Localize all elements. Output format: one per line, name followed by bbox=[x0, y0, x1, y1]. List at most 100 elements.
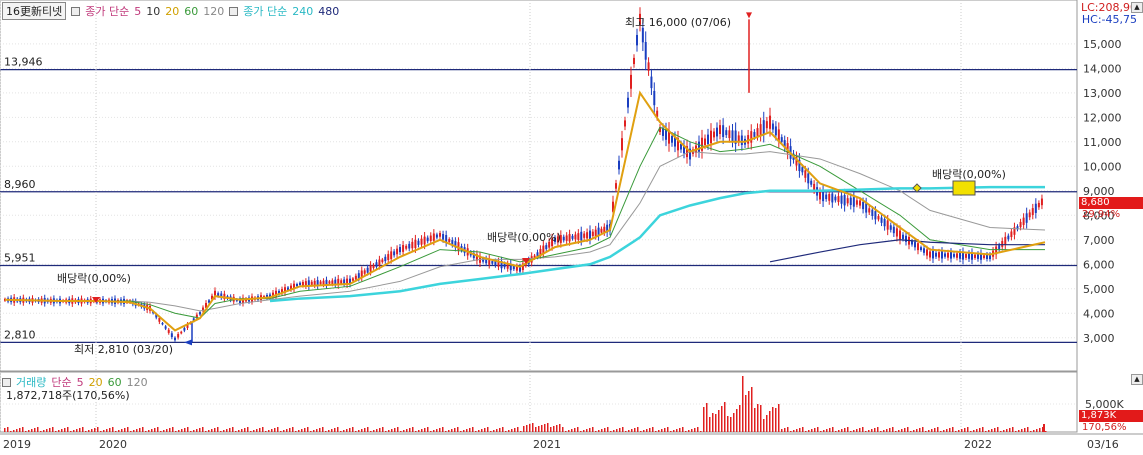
volume-square-icon[interactable] bbox=[2, 377, 11, 387]
volume-bar bbox=[235, 431, 237, 432]
price-legend: 16更新티넷 종가 단순 5 10 20 60 120 종가 단순 240 48… bbox=[2, 2, 339, 20]
candle-body bbox=[883, 219, 886, 227]
hc-readout: HC:-45,75 bbox=[1081, 13, 1137, 26]
volume-bar bbox=[55, 431, 57, 432]
volume-bar-latest bbox=[1043, 424, 1045, 432]
candle-body bbox=[740, 135, 743, 146]
volume-bar bbox=[613, 430, 615, 432]
candle-body bbox=[725, 130, 728, 136]
volume-bar bbox=[247, 427, 249, 432]
scroll-up-button[interactable]: ▲ bbox=[1131, 2, 1143, 13]
volume-bar bbox=[952, 427, 954, 432]
volume-bar bbox=[886, 429, 888, 432]
volume-bar bbox=[448, 430, 450, 432]
volume-bar bbox=[487, 427, 489, 432]
candle-body bbox=[574, 234, 577, 240]
volume-bar bbox=[790, 431, 792, 432]
volume-bar bbox=[310, 431, 312, 432]
volume-bar bbox=[583, 430, 585, 432]
volume-bar bbox=[664, 428, 666, 432]
current-price-marker: 8,680 bbox=[1079, 197, 1143, 209]
volume-bar bbox=[745, 395, 747, 432]
candle-body bbox=[846, 198, 849, 204]
volume-bar bbox=[895, 431, 897, 432]
y-tick-label: 12,000 bbox=[1083, 111, 1122, 124]
volume-bar bbox=[754, 408, 756, 432]
dividend-highlight-box bbox=[952, 180, 976, 196]
candle-body bbox=[868, 208, 871, 213]
chart-canvas[interactable]: 15,000 14,000 13,000 12,000 11,000 10,000 9,00… bbox=[0, 0, 1143, 455]
volume-bar bbox=[88, 430, 90, 432]
volume-bar bbox=[169, 428, 171, 432]
stock-code[interactable]: 16更新티넷 bbox=[2, 2, 67, 20]
volume-bar bbox=[241, 429, 243, 432]
candle-body bbox=[710, 130, 712, 144]
candle-body bbox=[1034, 203, 1037, 213]
volume-panel-frame bbox=[0, 371, 1078, 433]
y-tick-label: 4,000 bbox=[1083, 307, 1115, 320]
volume-bar bbox=[838, 430, 840, 432]
volume-bar bbox=[457, 427, 459, 432]
volume-bar bbox=[394, 428, 396, 432]
candle-body bbox=[947, 252, 949, 258]
volume-bar bbox=[28, 430, 30, 432]
candle-body bbox=[874, 211, 877, 220]
volume-bar bbox=[835, 431, 837, 432]
volume-bar bbox=[106, 429, 108, 432]
candle-body bbox=[621, 138, 623, 151]
candle-body bbox=[378, 259, 381, 266]
volume-bar bbox=[970, 431, 972, 432]
volume-bar bbox=[601, 429, 603, 432]
candle-body bbox=[895, 228, 898, 237]
volume-bar bbox=[793, 430, 795, 432]
ma60-period: 60 bbox=[184, 4, 199, 18]
volume-bar bbox=[577, 427, 579, 432]
ma240-period: 240 bbox=[292, 4, 314, 18]
volume-bar bbox=[724, 402, 726, 432]
volume-bar bbox=[829, 428, 831, 432]
candle-body bbox=[650, 76, 653, 89]
ma5-line bbox=[4, 90, 1046, 332]
volume-bar bbox=[481, 429, 483, 432]
legend-square-icon-2[interactable] bbox=[229, 6, 239, 16]
candle-body bbox=[1025, 213, 1028, 223]
candle-body bbox=[351, 278, 354, 281]
current-pct: 29,94% bbox=[1082, 209, 1121, 220]
volume-bar bbox=[631, 429, 633, 432]
volume-bar bbox=[643, 430, 645, 432]
candle-body bbox=[405, 245, 408, 249]
candle-body bbox=[719, 125, 721, 135]
legend-square-icon[interactable] bbox=[71, 6, 81, 16]
candle-body bbox=[753, 132, 756, 137]
volume-bar bbox=[352, 427, 354, 432]
volume-bar bbox=[136, 429, 138, 432]
volume-bar bbox=[781, 429, 783, 432]
candle-body bbox=[771, 123, 774, 130]
volume-bar bbox=[955, 431, 957, 432]
volume-bar bbox=[730, 417, 732, 432]
candle-body bbox=[354, 275, 357, 280]
volume-bar bbox=[1033, 430, 1035, 432]
volume-bar bbox=[52, 427, 54, 432]
volume-bar bbox=[958, 430, 960, 432]
candle-body bbox=[704, 138, 706, 146]
candle-body bbox=[439, 233, 441, 237]
volume-bar bbox=[646, 429, 648, 432]
reference-line-label: 5,951 bbox=[4, 251, 36, 264]
volume-bar bbox=[853, 430, 855, 432]
candle-body bbox=[762, 120, 765, 135]
volume-bar bbox=[541, 425, 543, 432]
volume-bar bbox=[1045, 431, 1047, 432]
volume-bar bbox=[667, 427, 669, 432]
candle-body bbox=[591, 231, 594, 237]
volume-bar bbox=[1027, 427, 1029, 432]
candle-body bbox=[852, 197, 855, 207]
volume-bar bbox=[625, 431, 627, 432]
volume-bar bbox=[1021, 429, 1023, 432]
candle-body bbox=[565, 235, 568, 241]
volume-bar bbox=[34, 428, 36, 432]
scroll-up-button-2[interactable]: ▲ bbox=[1131, 374, 1143, 385]
volume-bar bbox=[766, 415, 768, 432]
candle-body bbox=[429, 235, 432, 241]
volume-bar bbox=[907, 427, 909, 432]
